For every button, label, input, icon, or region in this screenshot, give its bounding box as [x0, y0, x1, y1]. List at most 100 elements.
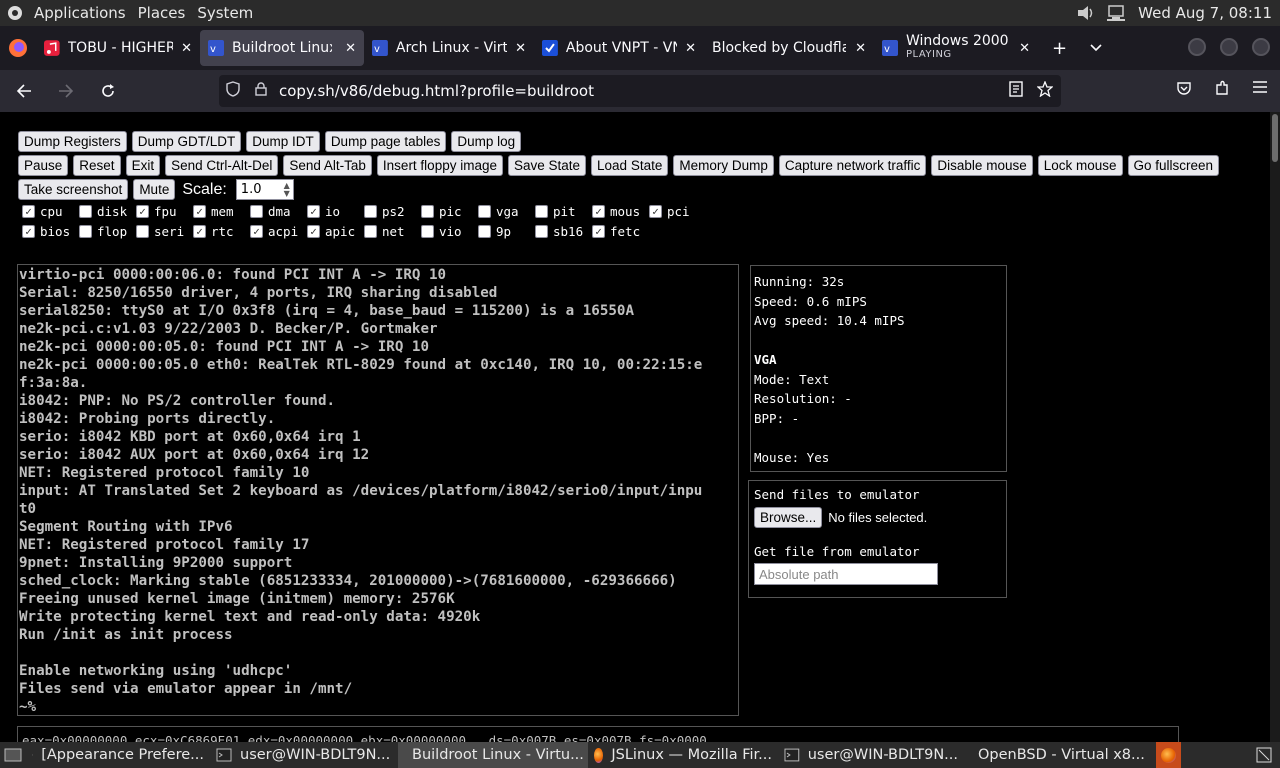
- checkbox-box[interactable]: ✓: [22, 205, 35, 218]
- list-tabs-icon[interactable]: [1089, 43, 1103, 53]
- checkbox-box[interactable]: ✓: [193, 205, 206, 218]
- page-scrollbar[interactable]: [1270, 112, 1280, 742]
- checkbox-flop[interactable]: flop: [79, 224, 136, 239]
- back-button[interactable]: [6, 75, 42, 107]
- new-tab-icon[interactable]: +: [1052, 38, 1067, 59]
- checkbox-box[interactable]: [535, 225, 548, 238]
- taskbar-item-buildroot[interactable]: Buildroot Linux - Virtu...: [398, 742, 588, 768]
- checkbox-box[interactable]: [478, 205, 491, 218]
- maximize-button[interactable]: [1220, 38, 1238, 56]
- checkbox-box[interactable]: [421, 225, 434, 238]
- save-state-button[interactable]: Save State: [507, 155, 587, 176]
- exit-button[interactable]: Exit: [125, 155, 161, 176]
- browse-button[interactable]: Browse...: [754, 507, 823, 528]
- checkbox-box[interactable]: [79, 225, 92, 238]
- checkbox-net[interactable]: net: [364, 224, 421, 239]
- tab-windows-2000[interactable]: v Windows 2000 - PLAYING ✕: [874, 30, 1038, 66]
- taskbar-item-appearance[interactable]: [Appearance Prefere...: [26, 742, 210, 768]
- checkbox-acpi[interactable]: ✓ acpi: [250, 224, 307, 239]
- dump-registers-button[interactable]: Dump Registers: [18, 131, 127, 152]
- checkbox-box[interactable]: [364, 225, 377, 238]
- checkbox-dma[interactable]: dma: [250, 204, 307, 219]
- checkbox-ps2[interactable]: ps2: [364, 204, 421, 219]
- close-tab-icon[interactable]: ✕: [515, 41, 526, 56]
- checkbox-box[interactable]: ✓: [649, 205, 662, 218]
- url-text[interactable]: copy.sh/v86/debug.html?profile=buildroot: [279, 82, 594, 100]
- taskbar-item-terminal-2[interactable]: user@WIN-BDLT9N...: [778, 742, 964, 768]
- insert-floppy-button[interactable]: Insert floppy image: [376, 155, 503, 176]
- checkbox-apic[interactable]: ✓ apic: [307, 224, 364, 239]
- checkbox-rtc[interactable]: ✓ rtc: [193, 224, 250, 239]
- close-window-button[interactable]: [1252, 38, 1270, 56]
- workspace-switcher[interactable]: [1250, 742, 1278, 768]
- taskbar-item-terminal-1[interactable]: user@WIN-BDLT9N...: [210, 742, 398, 768]
- checkbox-io[interactable]: ✓ io: [307, 204, 364, 219]
- checkbox-box[interactable]: ✓: [307, 225, 320, 238]
- checkbox-box[interactable]: [136, 225, 149, 238]
- checkbox-box[interactable]: [478, 225, 491, 238]
- spinner-icon[interactable]: ▲ ▼: [284, 181, 293, 198]
- memory-dump-button[interactable]: Memory Dump: [673, 155, 774, 176]
- checkbox-box[interactable]: [535, 205, 548, 218]
- tab-cloudflare[interactable]: Blocked by Cloudfla ✕: [704, 30, 874, 66]
- hamburger-menu-icon[interactable]: [1252, 80, 1268, 94]
- close-tab-icon[interactable]: ✕: [345, 41, 356, 56]
- reset-button[interactable]: Reset: [73, 155, 121, 176]
- close-tab-icon[interactable]: ✕: [1019, 41, 1030, 56]
- checkbox-box[interactable]: [79, 205, 92, 218]
- show-desktop-button[interactable]: [0, 742, 26, 768]
- checkbox-mous[interactable]: ✓ mous: [592, 204, 649, 219]
- pause-button[interactable]: Pause: [18, 155, 69, 176]
- disable-mouse-button[interactable]: Disable mouse: [931, 155, 1033, 176]
- checkbox-box[interactable]: [250, 205, 263, 218]
- checkbox-box[interactable]: [364, 205, 377, 218]
- checkbox-9p[interactable]: 9p: [478, 224, 535, 239]
- checkbox-box[interactable]: ✓: [592, 225, 605, 238]
- forward-button[interactable]: [48, 75, 84, 107]
- checkbox-box[interactable]: ✓: [250, 225, 263, 238]
- emulator-screen[interactable]: virtio-pci 0000:00:06.0: found PCI INT A…: [17, 264, 739, 716]
- close-tab-icon[interactable]: ✕: [181, 41, 192, 56]
- taskbar-firefox-launcher[interactable]: [1156, 742, 1181, 768]
- places-menu[interactable]: Places: [132, 4, 192, 22]
- lock-mouse-button[interactable]: Lock mouse: [1037, 155, 1123, 176]
- checkbox-box[interactable]: ✓: [136, 205, 149, 218]
- taskbar-item-jslinux[interactable]: JSLinux — Mozilla Fir...: [588, 742, 778, 768]
- reload-button[interactable]: [90, 75, 126, 107]
- checkbox-pit[interactable]: pit: [535, 204, 592, 219]
- network-icon[interactable]: [1106, 4, 1128, 22]
- dump-log-button[interactable]: Dump log: [451, 131, 522, 152]
- checkbox-fetc[interactable]: ✓ fetc: [592, 224, 649, 239]
- tab-buildroot[interactable]: v Buildroot Linux - ✕: [200, 30, 364, 66]
- send-ctrl-alt-del-button[interactable]: Send Ctrl-Alt-Del: [165, 155, 279, 176]
- dump-gdt-ldt-button[interactable]: Dump GDT/LDT: [131, 131, 242, 152]
- reader-view-icon[interactable]: [1009, 81, 1023, 97]
- screenshot-button[interactable]: Take screenshot: [18, 179, 129, 200]
- pocket-icon[interactable]: [1176, 80, 1192, 96]
- checkbox-pci[interactable]: ✓ pci: [649, 204, 706, 219]
- tab-tobu[interactable]: TOBU - HIGHER ✕: [36, 30, 200, 66]
- checkbox-bios[interactable]: ✓ bios: [22, 224, 79, 239]
- checkbox-sb16[interactable]: sb16: [535, 224, 592, 239]
- lock-icon[interactable]: [247, 82, 275, 100]
- checkbox-mem[interactable]: ✓ mem: [193, 204, 250, 219]
- checkbox-vga[interactable]: vga: [478, 204, 535, 219]
- checkbox-disk[interactable]: disk: [79, 204, 136, 219]
- close-tab-icon[interactable]: ✕: [855, 41, 866, 56]
- clock[interactable]: Wed Aug 7, 08:11: [1138, 4, 1272, 22]
- dump-page-tables-button[interactable]: Dump page tables: [324, 131, 447, 152]
- absolute-path-input[interactable]: Absolute path: [754, 563, 938, 585]
- checkbox-cpu[interactable]: ✓ cpu: [22, 204, 79, 219]
- fullscreen-button[interactable]: Go fullscreen: [1127, 155, 1220, 176]
- minimize-button[interactable]: [1188, 38, 1206, 56]
- scrollbar-thumb[interactable]: [1272, 114, 1278, 162]
- system-menu[interactable]: System: [191, 4, 259, 22]
- checkbox-box[interactable]: ✓: [22, 225, 35, 238]
- load-state-button[interactable]: Load State: [591, 155, 669, 176]
- dump-idt-button[interactable]: Dump IDT: [246, 131, 320, 152]
- checkbox-box[interactable]: ✓: [307, 205, 320, 218]
- checkbox-box[interactable]: [421, 205, 434, 218]
- applications-menu-icon[interactable]: [6, 4, 24, 22]
- checkbox-vio[interactable]: vio: [421, 224, 478, 239]
- capture-network-button[interactable]: Capture network traffic: [778, 155, 927, 176]
